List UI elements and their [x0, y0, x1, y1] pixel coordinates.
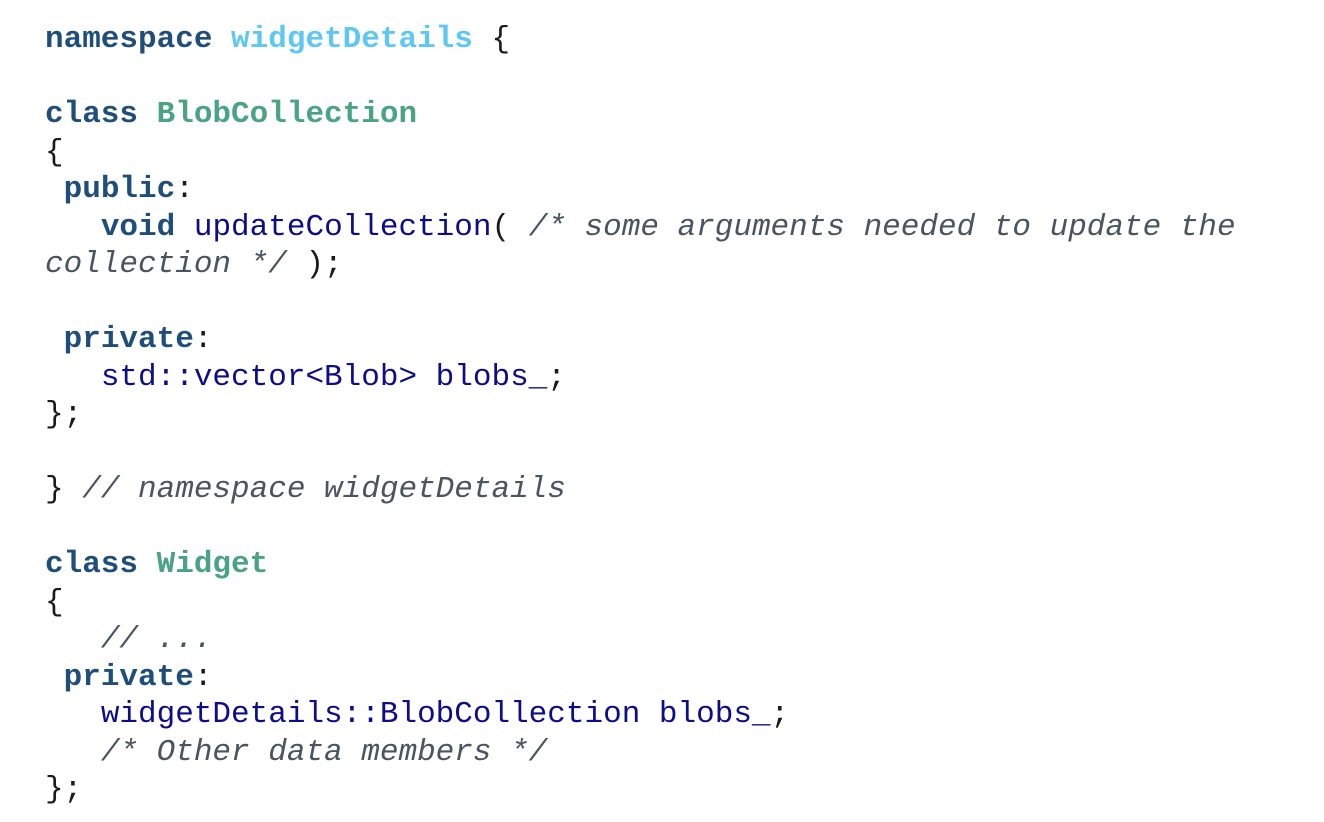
punctuation-token: [45, 660, 64, 695]
punctuation-token: [212, 22, 231, 57]
punctuation-token: [45, 172, 64, 207]
punctuation-token: };: [45, 772, 83, 807]
punctuation-token: );: [286, 247, 343, 282]
punctuation-token: [45, 322, 64, 357]
punctuation-token: };: [45, 397, 83, 432]
keyword-token: void: [100, 209, 176, 245]
code-line: widgetDetails::BlobCollection blobs_;: [45, 696, 1236, 734]
code-line: } // namespace widgetDetails: [45, 471, 1236, 509]
comment-token: /* Other data members */: [100, 734, 548, 770]
code-line: {: [45, 134, 1236, 172]
punctuation-token: {: [472, 22, 511, 57]
code-line: void updateCollection( /* some arguments…: [45, 209, 1236, 247]
punctuation-token: (: [491, 209, 529, 245]
keyword-token: class: [45, 97, 139, 132]
code-line: namespace widgetDetails {: [45, 21, 1236, 59]
code-line: public:: [45, 171, 1236, 209]
punctuation-token: ;: [547, 359, 566, 395]
code-line: private:: [45, 659, 1236, 697]
comment-token: // namespace widgetDetails: [82, 472, 566, 507]
punctuation-token: :: [193, 322, 213, 357]
code-line: };: [45, 396, 1236, 434]
code-line: collection */ );: [45, 246, 1236, 284]
code-line: std::vector<Blob> blobs_;: [45, 359, 1236, 397]
punctuation-token: [138, 97, 157, 132]
keyword-token: class: [45, 547, 139, 582]
identifier-token: widgetDetails::BlobCollection blobs_: [100, 697, 771, 732]
identifier-token: std::vector<Blob> blobs_: [100, 359, 548, 395]
identifier-token: updateCollection: [193, 209, 492, 245]
punctuation-token: :: [175, 172, 194, 207]
keyword-token: namespace: [45, 22, 213, 57]
comment-token: collection */: [45, 247, 287, 282]
punctuation-token: [45, 697, 101, 732]
code-line: /* Other data members */: [45, 734, 1236, 772]
punctuation-token: {: [45, 584, 64, 620]
code-line: class Widget: [45, 546, 1236, 584]
code-line: // ...: [45, 621, 1236, 659]
code-line: {: [45, 584, 1236, 622]
keyword-token: private: [63, 659, 194, 695]
type-name-token: BlobCollection: [156, 97, 418, 132]
namespace-name-token: widgetDetails: [231, 22, 473, 57]
punctuation-token: {: [45, 134, 64, 170]
punctuation-token: [45, 360, 101, 395]
punctuation-token: ;: [770, 697, 790, 732]
punctuation-token: [45, 735, 101, 770]
comment-token: /* some arguments needed to update the: [528, 209, 1236, 245]
punctuation-token: [138, 547, 157, 582]
punctuation-token: [45, 210, 101, 245]
keyword-token: private: [63, 322, 194, 357]
type-name-token: Widget: [156, 547, 269, 582]
punctuation-token: [175, 210, 194, 245]
keyword-token: public: [63, 172, 176, 207]
punctuation-token: [45, 622, 101, 657]
code-block: namespace widgetDetails { class BlobColl…: [45, 21, 1236, 809]
code-line: };: [45, 771, 1236, 809]
code-line: private:: [45, 321, 1236, 359]
comment-token: // ...: [100, 622, 213, 657]
punctuation-token: }: [45, 472, 83, 507]
punctuation-token: :: [193, 659, 213, 695]
code-line: class BlobCollection: [45, 96, 1236, 134]
